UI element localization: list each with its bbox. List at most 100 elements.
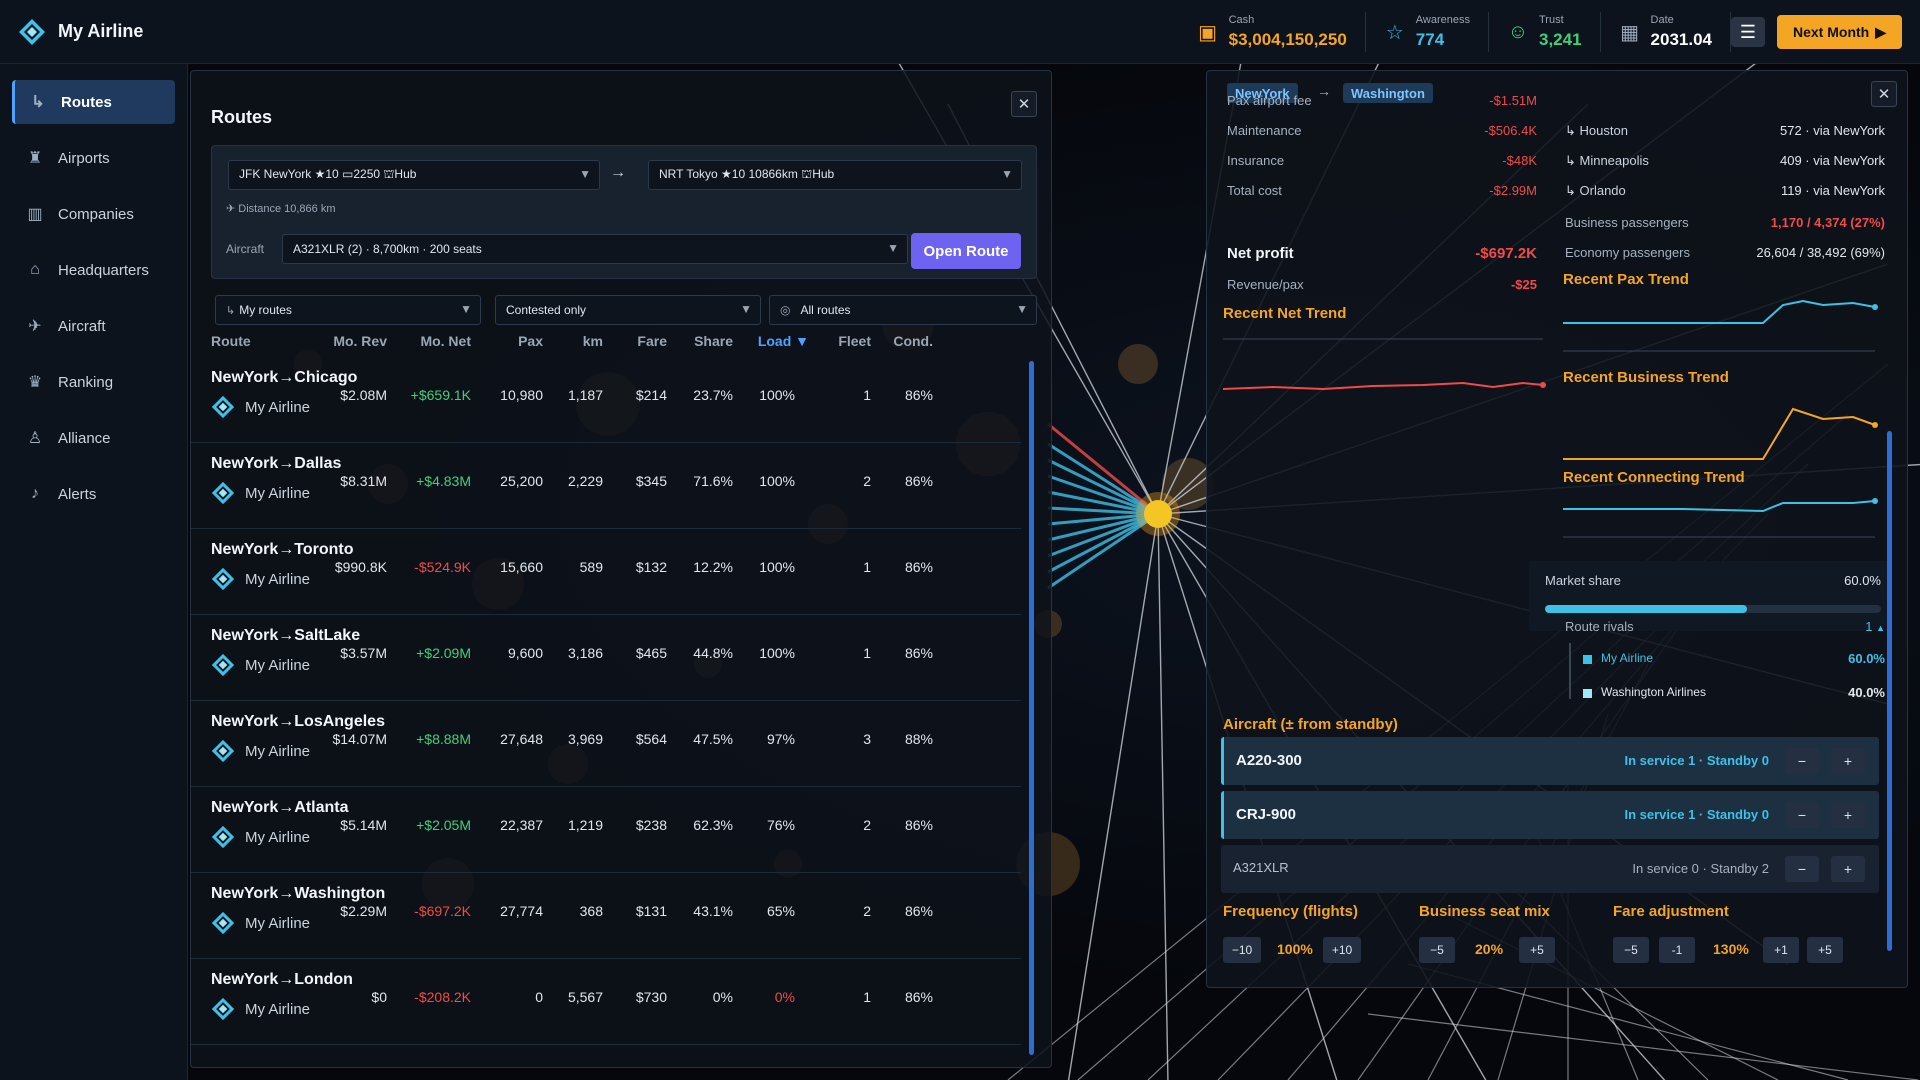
routes-close-button[interactable]: ✕	[1011, 91, 1037, 117]
cost-value: -$1.51M	[1489, 93, 1537, 108]
sidebar-item-aircraft[interactable]: ✈ Aircraft	[12, 304, 175, 348]
route-name: NewYork→London	[211, 971, 353, 988]
cost-row: Pax airport fee -$1.51M	[1227, 93, 1537, 111]
menu-button[interactable]: ☰	[1731, 17, 1765, 47]
sidebar-item-routes[interactable]: ↳ Routes	[12, 80, 175, 124]
table-row[interactable]: NewYork→London My Airline $0 -$208.2K 0 5,567…	[191, 959, 1021, 1045]
col-load[interactable]: Load ▼	[758, 333, 809, 349]
seat-mix-minus-button[interactable]: −5	[1419, 937, 1455, 963]
aircraft-status: In service 1 · Standby 0	[1624, 753, 1769, 768]
aircraft-minus-button[interactable]: −	[1785, 802, 1819, 828]
economy-pax-value: 26,604 / 38,492 (69%)	[1756, 245, 1885, 260]
cell-fare: $131	[635, 903, 667, 919]
aircraft-status: In service 0 · Standby 2	[1632, 861, 1769, 876]
col-fare[interactable]: Fare	[637, 333, 667, 349]
filter-contested-label: Contested only	[506, 303, 587, 317]
table-row[interactable]: NewYork→SaltLake My Airline $3.57M +$2.09M 9…	[191, 615, 1021, 701]
sidebar-item-alliance[interactable]: ♙ Alliance	[12, 416, 175, 460]
bell-icon: ♪	[31, 485, 39, 502]
col-route[interactable]: Route	[211, 333, 251, 349]
cell-share: 0%	[712, 989, 733, 1005]
detail-close-button[interactable]: ✕	[1871, 81, 1897, 107]
sidebar-item-airports[interactable]: ♜ Airports	[12, 136, 175, 180]
col-fleet[interactable]: Fleet	[838, 333, 871, 349]
open-route-button[interactable]: Open Route	[911, 233, 1021, 269]
frequency-minus-button[interactable]: −10	[1223, 937, 1261, 963]
fare-minus5-button[interactable]: −5	[1613, 937, 1649, 963]
seat-mix-plus-button[interactable]: +5	[1519, 937, 1555, 963]
col-cond[interactable]: Cond.	[893, 333, 933, 349]
cell-rev: $14.07M	[332, 731, 387, 747]
table-row[interactable]: NewYork→Toronto My Airline $990.8K -$524.9K…	[191, 529, 1021, 615]
connection-row: ↳ Houston 572 · via NewYork	[1565, 123, 1885, 141]
col-km[interactable]: km	[583, 333, 603, 349]
table-row[interactable]: NewYork→Chicago My Airline $2.08M +$659.1K 1…	[191, 357, 1021, 443]
route-owner: My Airline	[211, 997, 310, 1021]
cell-fleet: 1	[863, 645, 871, 661]
aircraft-row[interactable]: CRJ-900 In service 1 · Standby 0 − +	[1221, 791, 1879, 839]
airline-logo-icon	[211, 997, 235, 1021]
chevron-up-icon[interactable]: ▲	[1876, 623, 1885, 633]
sidebar-item-ranking[interactable]: ♛ Ranking	[12, 360, 175, 404]
routes-scrollbar[interactable]	[1029, 361, 1034, 1055]
connection-value: 119 · via NewYork	[1780, 183, 1885, 198]
filter-all-routes[interactable]: ◎ All routes ▼	[769, 295, 1037, 325]
table-row[interactable]: NewYork→LosAngeles My Airline $14.07M +$8.8…	[191, 701, 1021, 787]
sidebar-item-headquarters[interactable]: ⌂ Headquarters	[12, 248, 175, 292]
aircraft-plus-button[interactable]: +	[1831, 748, 1865, 774]
table-row[interactable]: NewYork→Washington My Airline $2.29M -$697.…	[191, 873, 1021, 959]
aircraft-row[interactable]: A220-300 In service 1 · Standby 0 − +	[1221, 737, 1879, 785]
aircraft-select[interactable]: A321XLR (2) · 8,700km · 200 seats ▼	[282, 234, 908, 264]
col-mo-rev[interactable]: Mo. Rev	[333, 333, 387, 349]
market-share-label: Market share	[1545, 573, 1621, 588]
col-share[interactable]: Share	[694, 333, 733, 349]
route-owner-name: My Airline	[245, 742, 311, 760]
sidebar: ↳ Routes ♜ Airports ▥ Companies ⌂ Headquarte…	[0, 64, 188, 1080]
origin-value: JFK NewYork ★10 ▭2250 ⛫Hub	[239, 167, 417, 181]
stats-bar: ▣ Cash $3,004,150,250 ☆ Awareness 774 ☺ Tr…	[1179, 0, 1902, 64]
chevron-down-icon: ▼	[887, 241, 899, 255]
detail-scrollbar[interactable]	[1887, 431, 1892, 951]
stat-cash-label: Cash	[1228, 14, 1255, 26]
cell-km: 1,219	[567, 817, 603, 833]
filter-my-routes[interactable]: ↳ My routes ▼	[215, 295, 481, 325]
col-mo-net[interactable]: Mo. Net	[420, 333, 471, 349]
route-detail-panel: NewYork → Washington ✕ Net profit -$697.…	[1206, 70, 1908, 988]
rev-per-pax-label: Revenue/pax	[1227, 277, 1304, 292]
cell-net: +$2.05M	[416, 817, 471, 833]
aircraft-plus-button[interactable]: +	[1831, 802, 1865, 828]
stat-awareness: ☆ Awareness 774	[1366, 12, 1489, 52]
fare-plus5-button[interactable]: +5	[1807, 937, 1843, 963]
frequency-plus-button[interactable]: +10	[1323, 937, 1361, 963]
aircraft-minus-button[interactable]: −	[1785, 748, 1819, 774]
cell-share: 12.2%	[693, 559, 733, 575]
origin-select[interactable]: JFK NewYork ★10 ▭2250 ⛫Hub ▼	[228, 160, 600, 190]
aircraft-row[interactable]: A321XLR In service 0 · Standby 2 − +	[1221, 845, 1879, 893]
route-name: NewYork→Washington	[211, 885, 386, 902]
destination-select[interactable]: NRT Tokyo ★10 10866km ⛫Hub ▼	[648, 160, 1022, 190]
col-pax[interactable]: Pax	[518, 333, 543, 349]
sidebar-item-alerts[interactable]: ♪ Alerts	[12, 472, 175, 516]
rev-per-pax-value: -$25	[1510, 277, 1537, 292]
table-row[interactable]: NewYork→Dallas My Airline $8.31M +$4.83M 25,…	[191, 443, 1021, 529]
close-icon: ✕	[1017, 96, 1031, 113]
stat-awareness-value: 774	[1415, 30, 1445, 49]
cell-load: 97%	[766, 731, 795, 747]
cost-row: Insurance -$48K	[1227, 153, 1537, 171]
filter-contested[interactable]: Contested only ▼	[495, 295, 761, 325]
sidebar-item-companies[interactable]: ▥ Companies	[12, 192, 175, 236]
stat-trust-label: Trust	[1539, 14, 1564, 26]
fare-value: 130%	[1713, 941, 1749, 957]
aircraft-plus-button[interactable]: +	[1831, 856, 1865, 882]
aircraft-minus-button[interactable]: −	[1785, 856, 1819, 882]
stat-date-label: Date	[1650, 14, 1674, 26]
frequency-title: Frequency (flights)	[1223, 903, 1359, 920]
filter-all-routes-label: All routes	[800, 303, 851, 317]
cell-net: +$2.09M	[416, 645, 471, 661]
table-row[interactable]: NewYork→Atlanta My Airline $5.14M +$2.05M 22…	[191, 787, 1021, 873]
fare-minus1-button[interactable]: -1	[1659, 937, 1695, 963]
cell-km: 3,969	[567, 731, 603, 747]
fare-plus1-button[interactable]: +1	[1763, 937, 1799, 963]
business-pax-value: 1,170 / 4,374 (27%)	[1770, 215, 1885, 230]
next-month-button[interactable]: Next Month ▶	[1777, 15, 1902, 49]
